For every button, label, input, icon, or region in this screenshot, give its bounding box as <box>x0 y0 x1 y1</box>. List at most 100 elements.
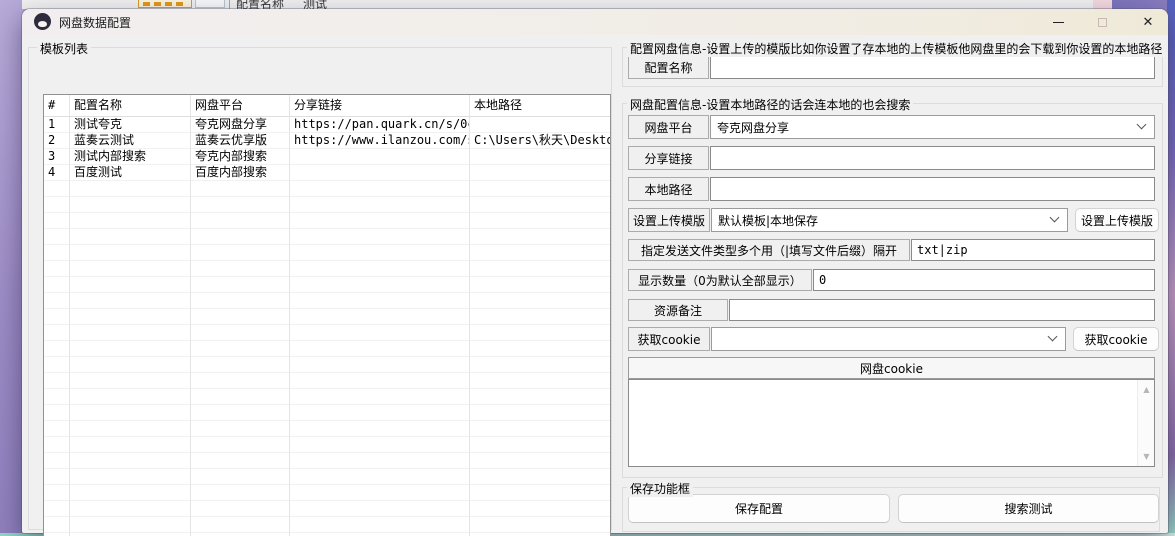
close-button[interactable]: ✕ <box>1133 9 1163 35</box>
save-group-title: 保存功能框 <box>627 480 693 497</box>
table-cell <box>470 469 610 485</box>
table-cell <box>44 261 70 277</box>
table-empty-row <box>44 213 610 229</box>
table-cell <box>44 309 70 325</box>
table-cell <box>44 389 70 405</box>
chevron-down-icon <box>1048 332 1058 342</box>
table-cell[interactable]: 蓝奏云测试 <box>70 133 191 149</box>
table-cell <box>290 293 470 309</box>
table-cell[interactable] <box>470 117 610 133</box>
upload-template-select[interactable]: 默认模板|本地保存 <box>711 208 1068 232</box>
table-header-row: #配置名称网盘平台分享链接本地路径 <box>44 95 610 117</box>
chevron-down-icon <box>1137 120 1147 130</box>
table-empty-row <box>44 357 610 373</box>
table-row[interactable]: 2蓝奏云测试蓝奏云优享版https://www.ilanzou.com/s...… <box>44 133 610 149</box>
background-text-fragment: 测试 <box>303 0 327 9</box>
table-cell[interactable]: 百度内部搜索 <box>191 165 290 181</box>
search-test-button[interactable]: 搜索测试 <box>898 494 1159 523</box>
table-body: 1测试夸克夸克网盘分享https://pan.quark.cn/s/0c...2… <box>44 117 610 536</box>
table-cell[interactable]: 2 <box>44 133 70 149</box>
display-count-input[interactable] <box>813 269 1155 291</box>
template-list-groupbox: 模板列表 #配置名称网盘平台分享链接本地路径 1测试夸克夸克网盘分享https:… <box>28 47 612 530</box>
template-table[interactable]: #配置名称网盘平台分享链接本地路径 1测试夸克夸克网盘分享https://pan… <box>43 94 611 536</box>
column-header[interactable]: 本地路径 <box>470 95 610 117</box>
table-empty-row <box>44 405 610 421</box>
table-cell <box>290 181 470 197</box>
table-cell <box>44 181 70 197</box>
table-cell <box>470 501 610 517</box>
cookie-header: 网盘cookie <box>628 357 1155 379</box>
file-type-input[interactable] <box>911 239 1155 261</box>
table-cell <box>44 437 70 453</box>
background-tab[interactable] <box>195 0 225 8</box>
column-header[interactable]: 网盘平台 <box>191 95 290 117</box>
local-path-input[interactable] <box>710 177 1155 201</box>
column-header[interactable]: 分享链接 <box>290 95 470 117</box>
table-cell <box>191 325 290 341</box>
table-cell[interactable]: 4 <box>44 165 70 181</box>
table-cell[interactable]: 测试夸克 <box>70 117 191 133</box>
table-cell[interactable]: 蓝奏云优享版 <box>191 133 290 149</box>
table-cell[interactable]: 夸克内部搜索 <box>191 149 290 165</box>
cookie-textarea[interactable] <box>629 380 1137 466</box>
table-cell[interactable]: C:\Users\秋天\Desktop\兰 <box>470 133 610 149</box>
table-cell <box>44 197 70 213</box>
table-cell[interactable]: 百度测试 <box>70 165 191 181</box>
cookie-account-select[interactable] <box>711 327 1066 351</box>
table-cell <box>290 501 470 517</box>
table-cell <box>191 485 290 501</box>
table-cell <box>290 453 470 469</box>
scroll-up-icon[interactable]: ▲ <box>1138 382 1155 397</box>
table-cell <box>191 421 290 437</box>
get-cookie-button[interactable]: 获取cookie <box>1073 327 1159 351</box>
table-cell[interactable]: 夸克网盘分享 <box>191 117 290 133</box>
table-cell <box>290 229 470 245</box>
maximize-button[interactable] <box>1087 9 1117 35</box>
table-cell[interactable] <box>290 149 470 165</box>
config-name-input[interactable] <box>710 55 1155 79</box>
table-cell[interactable]: https://www.ilanzou.com/s... <box>290 133 470 149</box>
table-row[interactable]: 1测试夸克夸克网盘分享https://pan.quark.cn/s/0c... <box>44 117 610 133</box>
remark-input[interactable] <box>729 299 1155 321</box>
minimize-button[interactable] <box>1043 9 1073 35</box>
table-cell <box>191 341 290 357</box>
table-cell[interactable]: https://pan.quark.cn/s/0c... <box>290 117 470 133</box>
table-cell[interactable] <box>470 165 610 181</box>
table-empty-row <box>44 341 610 357</box>
background-tab-active[interactable] <box>138 0 192 8</box>
vertical-scrollbar[interactable]: ▲ ▼ <box>1137 380 1154 466</box>
table-cell <box>70 469 191 485</box>
table-cell[interactable] <box>290 165 470 181</box>
table-cell <box>290 421 470 437</box>
table-cell[interactable]: 1 <box>44 117 70 133</box>
upload-template-label: 设置上传模版 <box>628 208 710 232</box>
table-row[interactable]: 4百度测试百度内部搜索 <box>44 165 610 181</box>
table-cell <box>44 517 70 533</box>
save-config-button[interactable]: 保存配置 <box>628 494 890 523</box>
table-cell[interactable]: 测试内部搜索 <box>70 149 191 165</box>
table-row[interactable]: 3测试内部搜索夸克内部搜索 <box>44 149 610 165</box>
table-cell <box>70 389 191 405</box>
scroll-down-icon[interactable]: ▼ <box>1138 449 1155 464</box>
table-cell <box>70 229 191 245</box>
table-cell <box>470 309 610 325</box>
table-cell[interactable]: 3 <box>44 149 70 165</box>
table-cell[interactable] <box>470 149 610 165</box>
table-cell <box>70 453 191 469</box>
table-cell <box>290 485 470 501</box>
share-link-input[interactable] <box>710 146 1155 170</box>
table-cell <box>191 389 290 405</box>
column-header[interactable]: 配置名称 <box>70 95 191 117</box>
local-path-label: 本地路径 <box>628 177 709 201</box>
table-cell <box>70 405 191 421</box>
set-upload-template-button[interactable]: 设置上传模版 <box>1075 208 1159 232</box>
platform-label: 网盘平台 <box>628 115 709 139</box>
table-cell <box>44 485 70 501</box>
titlebar[interactable]: 网盘数据配置 ✕ <box>22 9 1168 35</box>
remark-label: 资源备注 <box>628 299 728 321</box>
table-cell <box>70 293 191 309</box>
platform-select[interactable]: 夸克网盘分享 <box>710 115 1155 139</box>
column-header[interactable]: # <box>44 95 70 117</box>
table-cell <box>191 213 290 229</box>
table-cell <box>470 485 610 501</box>
